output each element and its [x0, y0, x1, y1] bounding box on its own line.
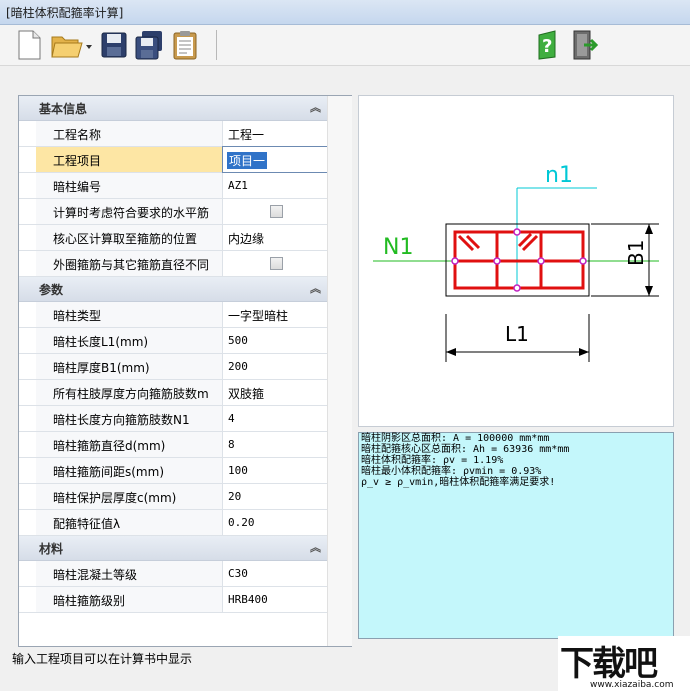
- category-materials[interactable]: 材料 ︽: [19, 536, 327, 561]
- prop-row-legs-n1[interactable]: 暗柱长度方向箍筋肢数N1 4: [19, 406, 327, 432]
- checkbox[interactable]: [270, 205, 283, 218]
- prop-row-project-item[interactable]: 工程项目 项目一: [19, 146, 328, 173]
- label-L1: L1: [505, 322, 529, 346]
- prop-row-concrete[interactable]: 暗柱混凝土等级 C30: [19, 561, 327, 587]
- prop-row-diameter[interactable]: 暗柱箍筋直径d(mm) 8: [19, 432, 327, 458]
- label-N1: N1: [383, 235, 413, 260]
- prop-row-horizontal-bars[interactable]: 计算时考虑符合要求的水平筋: [19, 199, 327, 225]
- window-title: [暗柱体积配箍率计算]: [6, 6, 124, 20]
- category-basic-info[interactable]: 基本信息 ︽: [19, 96, 327, 121]
- project-item-input[interactable]: 项目一: [222, 146, 328, 173]
- exit-icon[interactable]: [570, 29, 600, 61]
- watermark-text: 下载吧: [560, 644, 658, 684]
- label-B1: B1: [624, 240, 648, 266]
- collapse-icon[interactable]: ︽: [310, 539, 321, 555]
- save-as-icon[interactable]: [134, 29, 164, 61]
- prop-row-column-id[interactable]: 暗柱编号 AZ1: [19, 173, 327, 199]
- prop-row-lambda[interactable]: 配箍特征值λ 0.20: [19, 510, 327, 536]
- result-line: ρ_v ≥ ρ_vmin,暗柱体积配箍率满足要求!: [361, 477, 556, 488]
- open-folder-icon[interactable]: [50, 29, 94, 61]
- prop-row-project-name[interactable]: 工程名称 工程一: [19, 121, 327, 147]
- result-line: 暗柱配箍核心区总面积: Ah = 63936 mm*mm: [361, 444, 570, 455]
- prop-row-spacing[interactable]: 暗柱箍筋间距s(mm) 100: [19, 458, 327, 484]
- toolbar-separator: [216, 30, 217, 60]
- title-bar: [暗柱体积配箍率计算]: [0, 0, 690, 25]
- toolbar: ?: [0, 25, 690, 66]
- clipboard-icon[interactable]: [170, 29, 200, 61]
- prop-row-core-position[interactable]: 核心区计算取至箍筋的位置 内边缘: [19, 225, 327, 251]
- status-text: 输入工程项目可以在计算书中显示: [12, 652, 193, 666]
- section-diagram: n1 N1 B1 L1: [358, 95, 674, 427]
- result-line: 暗柱最小体积配箍率: ρvmin = 0.93%: [361, 466, 542, 477]
- prop-row-outer-stirrup[interactable]: 外圈箍筋与其它箍筋直径不同: [19, 251, 327, 277]
- collapse-icon[interactable]: ︽: [310, 99, 321, 115]
- result-line: 暗柱体积配箍率: ρv = 1.19%: [361, 455, 504, 466]
- category-parameters[interactable]: 参数 ︽: [19, 277, 327, 302]
- help-icon[interactable]: ?: [533, 29, 563, 61]
- svg-text:?: ?: [542, 36, 552, 57]
- grid-side-panel: [327, 96, 352, 646]
- watermark-logo: 下载吧 www.xiazaiba.com: [558, 636, 690, 691]
- result-panel: 暗柱阴影区总面积: A = 100000 mm*mm 暗柱配箍核心区总面积: A…: [358, 432, 674, 639]
- collapse-icon[interactable]: ︽: [310, 280, 321, 296]
- watermark-url: www.xiazaiba.com: [590, 680, 674, 690]
- label-n1: n1: [545, 163, 573, 188]
- checkbox[interactable]: [270, 257, 283, 270]
- save-icon[interactable]: [99, 29, 129, 61]
- new-file-icon[interactable]: [14, 29, 44, 61]
- prop-row-legs-m[interactable]: 所有柱肢厚度方向箍筋肢数m 双肢箍: [19, 380, 327, 406]
- prop-row-column-type[interactable]: 暗柱类型 一字型暗柱: [19, 302, 327, 328]
- prop-row-length[interactable]: 暗柱长度L1(mm) 500: [19, 328, 327, 354]
- prop-row-steel[interactable]: 暗柱箍筋级别 HRB400: [19, 587, 327, 613]
- diagram-svg: n1 N1 B1 L1: [373, 163, 659, 362]
- prop-row-cover[interactable]: 暗柱保护层厚度c(mm) 20: [19, 484, 327, 510]
- property-grid: 基本信息 ︽ 工程名称 工程一 工程项目 项目一 暗柱编号 AZ1 计算时考虑符合要求…: [18, 95, 352, 647]
- result-line: 暗柱阴影区总面积: A = 100000 mm*mm: [361, 433, 550, 444]
- prop-row-thickness[interactable]: 暗柱厚度B1(mm) 200: [19, 354, 327, 380]
